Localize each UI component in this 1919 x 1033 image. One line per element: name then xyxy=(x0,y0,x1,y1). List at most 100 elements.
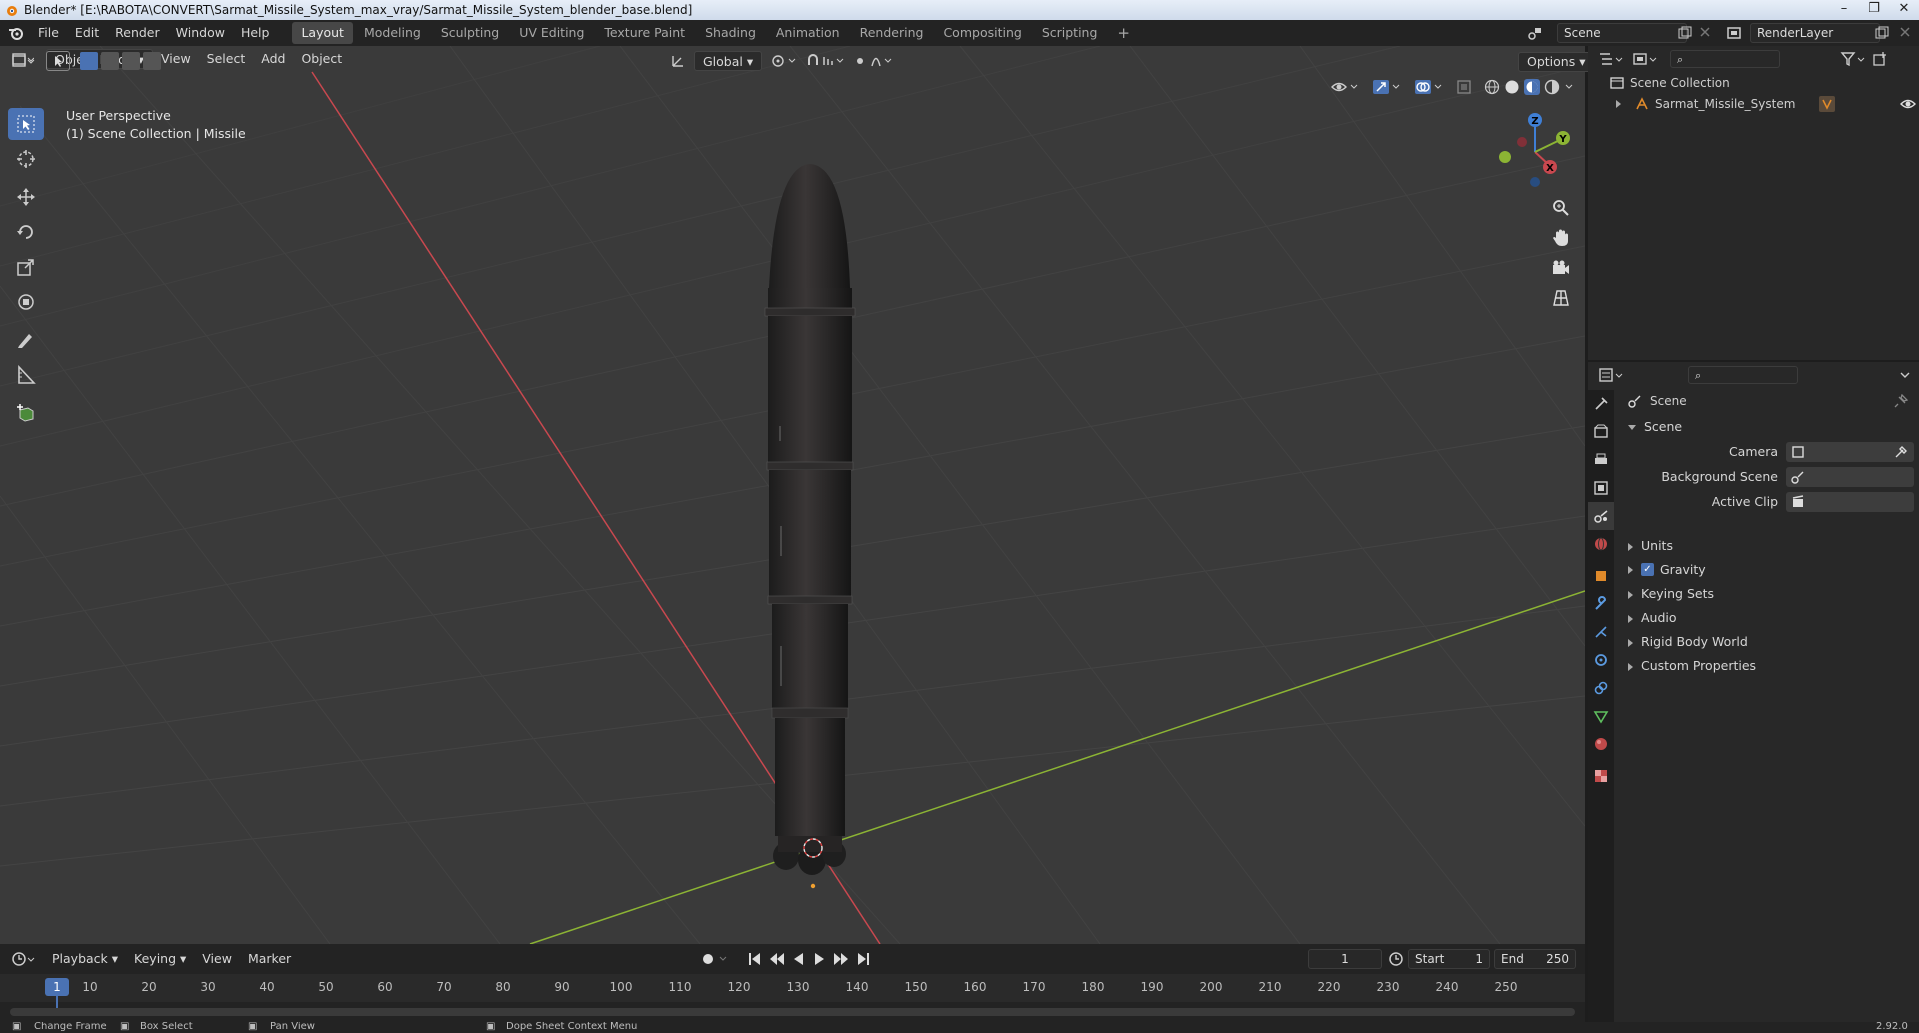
camera-field[interactable] xyxy=(1786,442,1914,462)
outliner-search-input[interactable]: ⌕ xyxy=(1670,50,1780,68)
minimize-button[interactable]: – xyxy=(1829,0,1859,20)
timeline-scrollbar[interactable] xyxy=(10,1008,1575,1016)
current-frame-marker[interactable]: 1 xyxy=(45,978,69,996)
tab-texture-paint[interactable]: Texture Paint xyxy=(595,22,694,44)
transform-tool[interactable] xyxy=(8,286,44,318)
tab-constraints[interactable] xyxy=(1588,674,1614,702)
gizmo-toggle-icon[interactable] xyxy=(1372,79,1402,95)
orientation-dropdown[interactable]: Global ▾ xyxy=(694,51,763,71)
tab-view-layer[interactable] xyxy=(1588,474,1614,502)
properties-search-input[interactable]: ⌕ xyxy=(1688,366,1798,384)
3d-viewport[interactable]: Object Mode ▾ View Select Add Object Use… xyxy=(0,46,1585,944)
add-cube-tool[interactable] xyxy=(8,397,44,429)
wireframe-shading-icon[interactable] xyxy=(1484,79,1500,95)
remove-scene-icon[interactable] xyxy=(1699,26,1711,38)
start-frame-field[interactable]: Start 1 xyxy=(1408,949,1490,969)
snap-icon[interactable] xyxy=(806,53,846,69)
expand-icon[interactable] xyxy=(1628,590,1633,599)
viewport-menu-object[interactable]: Object xyxy=(293,49,350,69)
scale-tool[interactable] xyxy=(8,251,44,283)
material-shading-icon[interactable] xyxy=(1524,79,1540,95)
viewport-menu-add[interactable]: Add xyxy=(253,49,293,69)
tab-tool[interactable] xyxy=(1588,390,1614,418)
tab-render[interactable] xyxy=(1588,418,1614,446)
remove-view-layer-icon[interactable] xyxy=(1899,26,1911,38)
scene-section-header[interactable]: Scene xyxy=(1628,419,1682,434)
add-workspace-button[interactable]: + xyxy=(1108,22,1139,44)
scene-field[interactable]: Scene xyxy=(1557,23,1687,43)
clock-icon[interactable] xyxy=(1388,951,1404,967)
tab-modifiers[interactable] xyxy=(1588,590,1614,618)
timeline-menu-view[interactable]: View xyxy=(194,949,240,969)
tab-modeling[interactable]: Modeling xyxy=(355,22,430,44)
expand-icon[interactable] xyxy=(1628,614,1633,623)
filter-icon[interactable] xyxy=(1840,51,1866,67)
tab-texture[interactable] xyxy=(1588,762,1614,790)
new-collection-icon[interactable] xyxy=(1872,51,1888,67)
overlays-icon[interactable] xyxy=(1414,79,1444,95)
pin-icon[interactable] xyxy=(1894,394,1908,408)
navigation-gizmo[interactable]: Z X Y xyxy=(1490,110,1570,190)
active-clip-field[interactable] xyxy=(1786,492,1914,512)
prev-keyframe-icon[interactable] xyxy=(768,951,786,967)
proportional-edit-icon[interactable] xyxy=(854,53,894,69)
timeline-menu-keying[interactable]: Keying ▾ xyxy=(126,949,194,969)
options-dropdown[interactable]: Options ▾ xyxy=(1518,52,1595,72)
tab-uv-editing[interactable]: UV Editing xyxy=(510,22,593,44)
display-mode-icon[interactable] xyxy=(1632,51,1658,67)
eyedropper-icon[interactable] xyxy=(1894,445,1908,459)
rotate-tool[interactable] xyxy=(8,216,44,248)
scene-icon[interactable] xyxy=(1527,25,1543,41)
tab-shading[interactable]: Shading xyxy=(696,22,765,44)
background-scene-field[interactable] xyxy=(1786,467,1914,487)
tab-rendering[interactable]: Rendering xyxy=(851,22,933,44)
shading-options-icon[interactable] xyxy=(1564,79,1574,95)
timeline-menu-marker[interactable]: Marker xyxy=(240,949,299,969)
view-layer-field[interactable]: RenderLayer xyxy=(1750,23,1880,43)
expand-icon[interactable] xyxy=(1628,542,1633,551)
pivot-point-icon[interactable] xyxy=(770,53,798,69)
tab-data[interactable] xyxy=(1588,702,1614,730)
expand-icon[interactable] xyxy=(1628,662,1633,671)
tab-compositing[interactable]: Compositing xyxy=(934,22,1030,44)
zoom-icon[interactable] xyxy=(1551,198,1571,218)
menu-render[interactable]: Render xyxy=(107,20,168,46)
annotate-tool[interactable] xyxy=(8,324,44,356)
auto-keying-icon[interactable] xyxy=(700,951,730,967)
copy-scene-icon[interactable] xyxy=(1678,26,1692,40)
current-frame-field[interactable]: 1 xyxy=(1308,949,1382,969)
outliner-root-row[interactable]: Scene Collection xyxy=(1610,76,1730,90)
camera-view-icon[interactable] xyxy=(1551,258,1571,278)
solid-shading-icon[interactable] xyxy=(1504,79,1520,95)
xray-icon[interactable] xyxy=(1456,79,1472,95)
select-box-tool[interactable] xyxy=(8,108,44,140)
timeline-menu-playback[interactable]: Playback ▾ xyxy=(44,949,126,969)
active-tool-icon[interactable] xyxy=(46,51,70,71)
chevron-down-icon[interactable] xyxy=(1899,369,1911,381)
select-new-icon[interactable] xyxy=(80,52,98,70)
panel-units[interactable]: Units xyxy=(1628,538,1673,553)
tab-world[interactable] xyxy=(1588,530,1614,558)
outliner-item-row[interactable]: Sarmat_Missile_System xyxy=(1616,96,1916,112)
tab-sculpting[interactable]: Sculpting xyxy=(432,22,508,44)
expand-arrow-icon[interactable] xyxy=(1616,100,1621,108)
close-window-button[interactable]: ✕ xyxy=(1889,0,1919,20)
tab-physics[interactable] xyxy=(1588,646,1614,674)
outliner-editor-icon[interactable] xyxy=(1598,51,1624,67)
play-reverse-icon[interactable] xyxy=(792,951,806,967)
tab-particles[interactable] xyxy=(1588,618,1614,646)
missile-model[interactable] xyxy=(764,164,856,875)
gravity-checkbox[interactable]: ✓ xyxy=(1641,563,1654,576)
tab-layout[interactable]: Layout xyxy=(292,22,353,44)
view-layer-icon[interactable] xyxy=(1726,25,1742,41)
move-tool[interactable] xyxy=(8,181,44,213)
menu-window[interactable]: Window xyxy=(168,20,233,46)
tab-scripting[interactable]: Scripting xyxy=(1033,22,1107,44)
panel-keying-sets[interactable]: Keying Sets xyxy=(1628,586,1714,601)
panel-custom-properties[interactable]: Custom Properties xyxy=(1628,658,1756,673)
end-frame-field[interactable]: End 250 xyxy=(1494,949,1576,969)
expand-icon[interactable] xyxy=(1628,565,1633,574)
menu-help[interactable]: Help xyxy=(233,20,278,46)
properties-editor-icon[interactable] xyxy=(1598,367,1624,383)
timeline-editor-icon[interactable] xyxy=(12,951,36,967)
